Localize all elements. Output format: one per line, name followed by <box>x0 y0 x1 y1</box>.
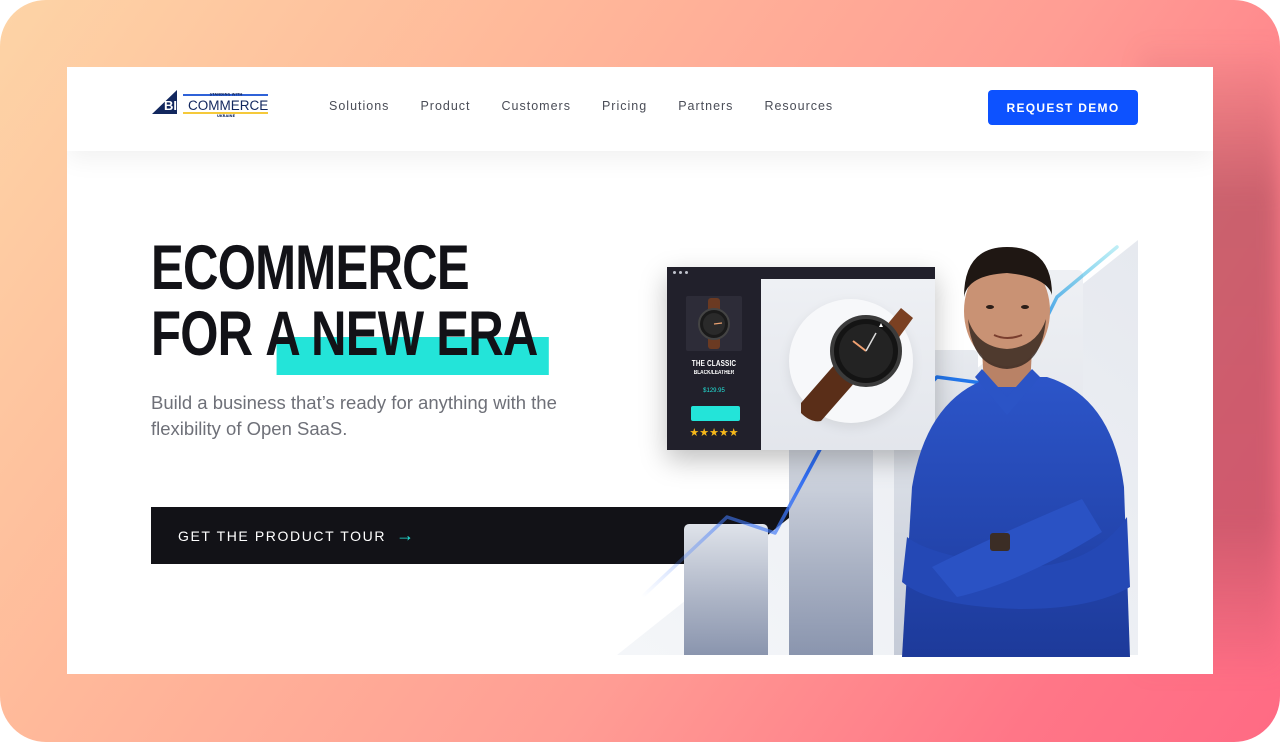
nav-solutions[interactable]: Solutions <box>329 99 389 113</box>
site-header: STANDING WITH BIG COMMERCE UKRAINE Solut… <box>67 67 1213 151</box>
logo-commerce: COMMERCE <box>188 98 268 113</box>
nav-pricing[interactable]: Pricing <box>602 99 647 113</box>
person-photo <box>902 247 1130 657</box>
window-dots-icon <box>673 271 688 274</box>
rating-stars-icon: ★★★★★ <box>689 427 739 439</box>
product-price: $129.95 <box>703 388 725 394</box>
nav-resources[interactable]: Resources <box>764 99 833 113</box>
product-tour-label: GET THE PRODUCT TOUR <box>178 527 387 544</box>
headline-highlight: A NEW ERA <box>265 299 549 375</box>
headline-line-1: ECOMMERCE <box>151 233 470 303</box>
add-to-cart-button[interactable] <box>691 406 740 421</box>
headline-line-2: FOR A NEW ERA <box>151 299 549 375</box>
hero-headline: ECOMMERCE FOR A NEW ERA <box>151 233 549 375</box>
product-title: THE CLASSIC <box>691 359 737 368</box>
nav-product[interactable]: Product <box>420 99 470 113</box>
nav-customers[interactable]: Customers <box>502 99 571 113</box>
main-nav: Solutions Product Customers Pricing Part… <box>329 99 864 113</box>
logo-big: BIG <box>164 98 187 113</box>
watch-thumbnail <box>686 296 742 351</box>
product-subtitle: BLACK/LEATHER <box>693 370 735 376</box>
nav-partners[interactable]: Partners <box>678 99 733 113</box>
arrow-right-icon: → <box>396 525 416 545</box>
headline-prefix: FOR <box>151 299 266 369</box>
product-sidebar: THE CLASSIC BLACK/LEATHER $129.95 ★★★★★ <box>667 279 761 450</box>
logo-tagline-top: STANDING WITH <box>210 93 243 97</box>
hero-illustration: THE CLASSIC BLACK/LEATHER $129.95 ★★★★★ <box>617 237 1142 657</box>
request-demo-button[interactable]: REQUEST DEMO <box>988 90 1138 125</box>
logo-tagline-bottom: UKRAINE <box>217 114 236 118</box>
webpage: STANDING WITH BIG COMMERCE UKRAINE Solut… <box>67 67 1213 674</box>
hero-subtext: Build a business that’s ready for anythi… <box>151 392 557 439</box>
bigcommerce-logo[interactable]: STANDING WITH BIG COMMERCE UKRAINE <box>152 88 270 118</box>
